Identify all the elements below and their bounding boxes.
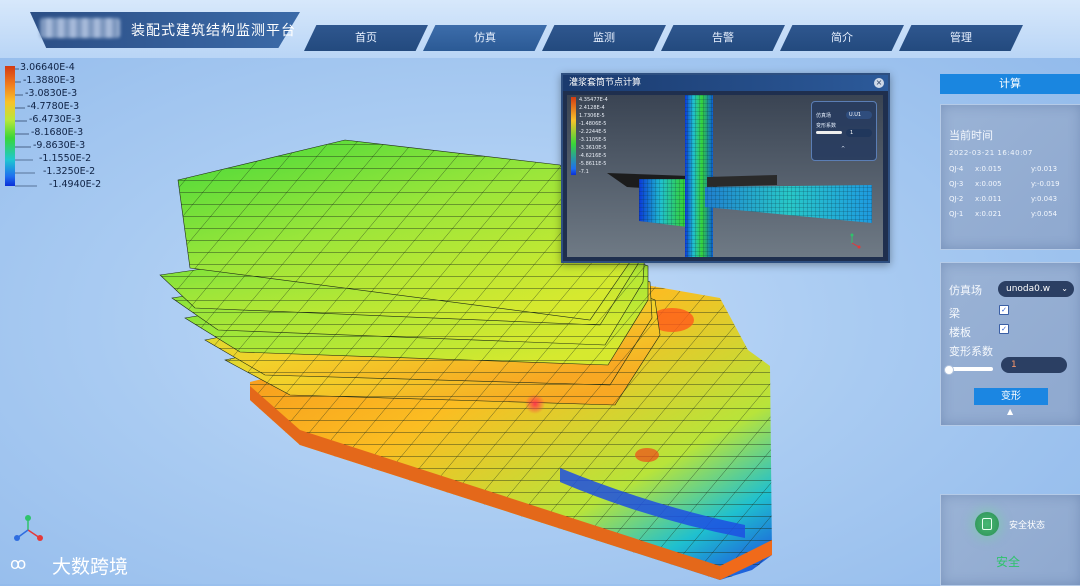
reading-x: x:0.015 xyxy=(975,165,1002,173)
popup-legend-label: -4.6216E-5 xyxy=(579,153,607,159)
beam-checkbox[interactable]: ✓ xyxy=(999,305,1009,315)
sensor-marker[interactable] xyxy=(525,394,545,414)
safety-panel: 安全状态 安全 xyxy=(940,494,1080,586)
reading-y: y:-0.019 xyxy=(1031,180,1060,188)
field-select-value: unoda0.w xyxy=(1006,284,1051,294)
axis-gizmo-icon xyxy=(14,515,43,541)
popup-legend-label: 2.4128E-4 xyxy=(579,105,605,111)
reading-id: QJ-3 xyxy=(949,180,964,188)
deform-slider[interactable] xyxy=(944,365,993,375)
calculate-button[interactable]: 计算 xyxy=(940,74,1080,94)
slab-label: 楼板 xyxy=(949,326,971,339)
beam-label: 梁 xyxy=(949,307,960,320)
popup-deform-slider[interactable] xyxy=(816,131,842,134)
popup-legend-label: -2.2244E-5 xyxy=(579,129,607,135)
close-icon[interactable]: × xyxy=(874,78,884,88)
slider-knob[interactable] xyxy=(944,365,954,375)
chevron-down-icon: ⌄ xyxy=(1061,284,1068,293)
popup-field-label: 仿真场 xyxy=(816,113,832,119)
deform-input[interactable]: 1 xyxy=(1001,357,1067,373)
reading-id: QJ-4 xyxy=(949,165,964,173)
popup-legend-label: -7.1 xyxy=(579,169,589,175)
structure-3d-model[interactable] xyxy=(0,0,1080,584)
popup-legend-label: 1.7306E-5 xyxy=(579,113,605,119)
safety-label: 安全状态 xyxy=(1009,521,1046,531)
field-label: 仿真场 xyxy=(949,284,982,297)
reading-y: y:0.043 xyxy=(1031,195,1058,203)
popup-legend-label: -3.3610E-5 xyxy=(579,145,607,151)
popup-field-select[interactable]: U.U1 xyxy=(846,111,872,119)
current-time: 2022-03-21 16:40:07 xyxy=(949,149,1033,157)
chevron-up-icon[interactable]: ^ xyxy=(841,146,845,152)
reading-x: x:0.011 xyxy=(975,195,1002,203)
popup-header: 灌浆套筒节点计算 × xyxy=(563,75,888,91)
deform-label: 变形系数 xyxy=(949,345,993,358)
simulation-controls-panel: 仿真场 unoda0.w ⌄ 梁 ✓ 楼板 ✓ 变形系数 1 变形 ▲ xyxy=(940,262,1080,426)
time-panel: 当前时间 2022-03-21 16:40:07 QJ-4 x:0.015 y:… xyxy=(940,104,1080,250)
reading-y: y:0.013 xyxy=(1031,165,1058,173)
watermark-text: 大数跨境 xyxy=(52,556,129,578)
popup-deform-input[interactable]: 1 xyxy=(846,129,872,137)
popup-legend-label: -5.8611E-5 xyxy=(579,161,607,167)
reading-y: y:0.054 xyxy=(1031,210,1058,218)
deform-button[interactable]: 变形 xyxy=(974,388,1048,405)
safety-status: 安全 xyxy=(996,555,1021,569)
time-title: 当前时间 xyxy=(949,129,993,142)
reading-x: x:0.021 xyxy=(975,210,1002,218)
reading-id: QJ-1 xyxy=(949,210,964,218)
popup-legend-label: 4.35477E-4 xyxy=(579,97,608,103)
slab-checkbox[interactable]: ✓ xyxy=(999,324,1009,334)
popup-control-panel: 仿真场 U.U1 变形系数 1 ^ xyxy=(811,101,877,161)
popup-deform-label: 变形系数 xyxy=(816,123,837,129)
joint-calc-popup: 灌浆套筒节点计算 × 4.35477E-4 2.4128E-4 1.7306E-… xyxy=(561,73,890,263)
popup-legend-label: -3.1105E-5 xyxy=(579,137,607,143)
watermark: ꝏ 大数跨境 xyxy=(10,548,160,580)
chevron-up-icon[interactable]: ▲ xyxy=(1007,407,1013,416)
shield-icon xyxy=(975,512,999,536)
watermark-logo-icon: ꝏ xyxy=(10,554,27,573)
popup-legend-label: -1.4806E-5 xyxy=(579,121,607,127)
popup-3d-view[interactable]: 4.35477E-4 2.4128E-4 1.7306E-5 -1.4806E-… xyxy=(567,95,883,257)
reading-id: QJ-2 xyxy=(949,195,964,203)
reading-x: x:0.005 xyxy=(975,180,1002,188)
popup-title: 灌浆套筒节点计算 xyxy=(569,78,642,88)
popup-color-legend: 4.35477E-4 2.4128E-4 1.7306E-5 -1.4806E-… xyxy=(571,97,631,177)
field-select[interactable]: unoda0.w ⌄ xyxy=(998,281,1074,297)
